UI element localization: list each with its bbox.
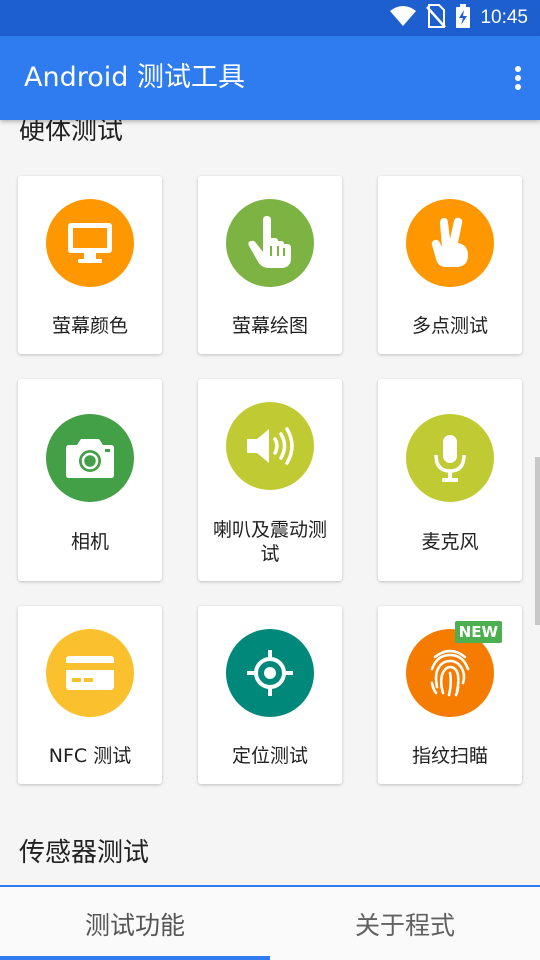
battery-charging-icon: [456, 4, 471, 32]
status-time: 10:45: [480, 7, 528, 28]
no-sim-icon: [426, 4, 447, 32]
card-multitouch[interactable]: 多点测试: [378, 176, 522, 354]
app-title: Android 测试工具: [24, 62, 245, 93]
card-fingerprint[interactable]: NEW 指纹扫瞄: [378, 606, 522, 784]
content-scroll-area[interactable]: 硬体测试 萤幕颜色 萤幕绘图 多点测试 相机 喇叭及震动测试 麦克风 NFC 测…: [0, 120, 540, 885]
app-bar: Android 测试工具: [0, 36, 540, 120]
card-label: 指纹扫瞄: [411, 745, 488, 767]
monitor-icon: [46, 199, 134, 287]
card-nfc[interactable]: NFC 测试: [18, 606, 162, 784]
camera-icon: [46, 414, 134, 502]
two-finger-icon: [406, 199, 494, 287]
new-badge: NEW: [454, 621, 502, 643]
status-bar: 10:45: [0, 0, 540, 36]
card-label: 萤幕颜色: [51, 315, 128, 337]
card-label: 定位测试: [231, 745, 308, 767]
section-title-hardware: 硬体测试: [19, 120, 124, 146]
card-label: 麦克风: [421, 531, 479, 553]
microphone-icon: [406, 414, 494, 502]
gps-target-icon: [226, 629, 314, 717]
more-vert-icon[interactable]: [510, 62, 526, 94]
card-microphone[interactable]: 麦克风: [378, 379, 522, 581]
tab-about[interactable]: 关于程式: [270, 887, 540, 960]
card-camera[interactable]: 相机: [18, 379, 162, 581]
section-title-sensor: 传感器测试: [19, 838, 150, 868]
scrollbar[interactable]: [535, 457, 540, 625]
card-icon: [46, 629, 134, 717]
wifi-icon: [390, 5, 417, 31]
card-label: 相机: [70, 531, 109, 553]
card-screen-color[interactable]: 萤幕颜色: [18, 176, 162, 354]
card-speaker-vibration[interactable]: 喇叭及震动测试: [198, 379, 342, 581]
card-screen-draw[interactable]: 萤幕绘图: [198, 176, 342, 354]
card-label: NFC 测试: [48, 745, 132, 767]
card-gps[interactable]: 定位测试: [198, 606, 342, 784]
status-icons: 10:45: [390, 0, 528, 36]
card-label: 多点测试: [411, 315, 488, 337]
touch-hand-icon: [226, 199, 314, 287]
card-label: 萤幕绘图: [231, 315, 308, 337]
speaker-icon: [226, 402, 314, 490]
tab-test-functions[interactable]: 测试功能: [0, 887, 270, 960]
bottom-tab-bar: 测试功能 关于程式: [0, 885, 540, 960]
card-label: 喇叭及震动测试: [212, 519, 327, 565]
